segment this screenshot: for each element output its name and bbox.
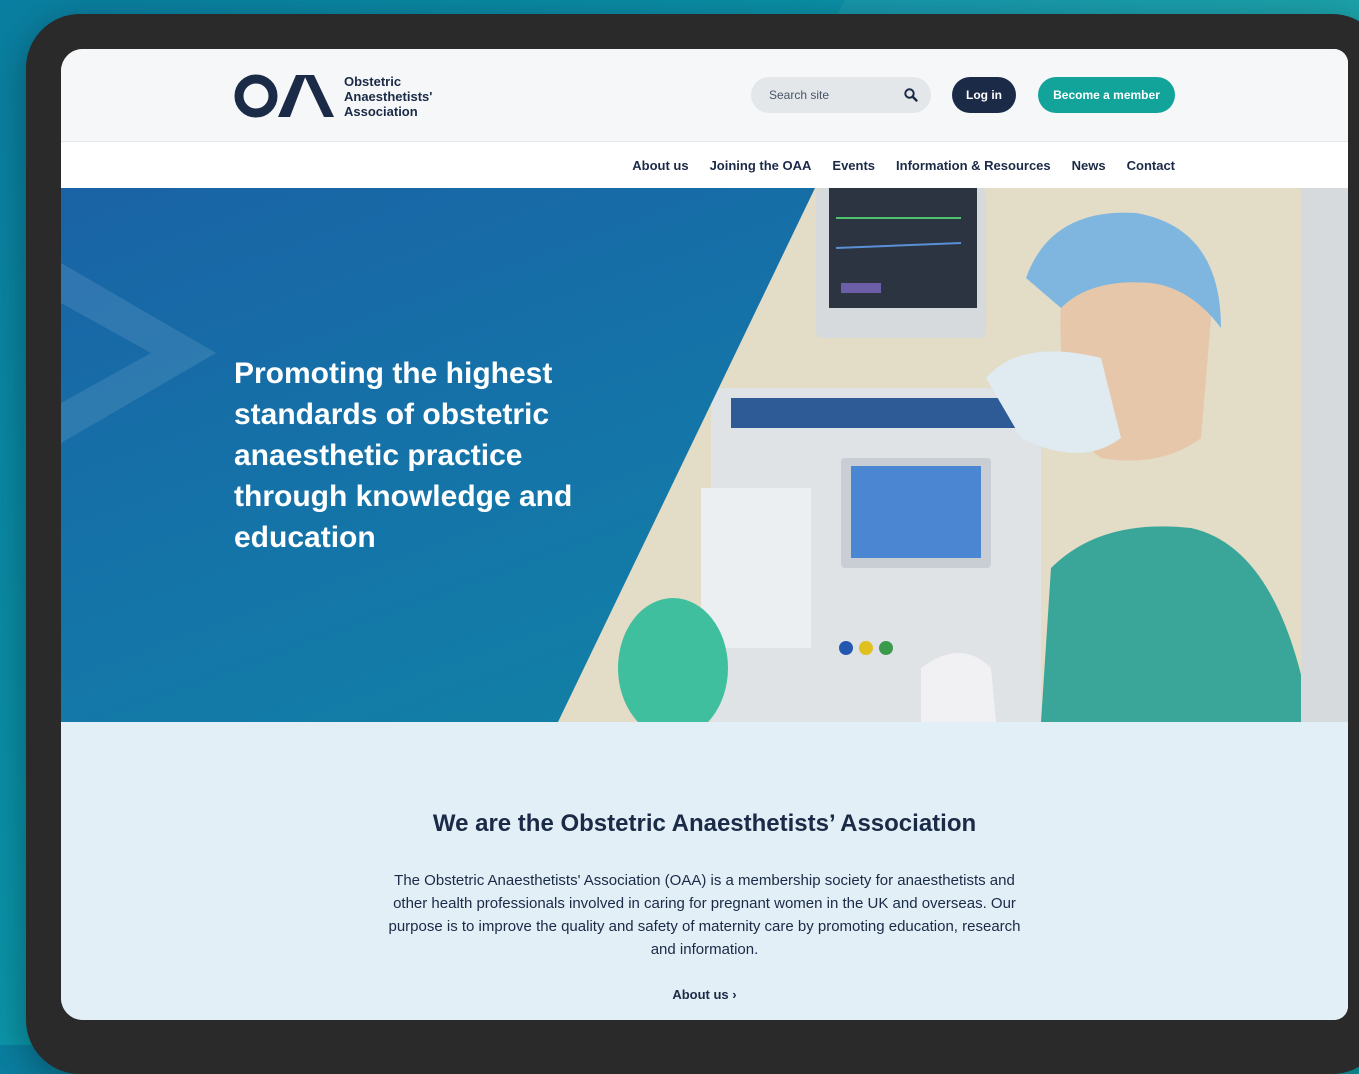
- nav-item-news[interactable]: News: [1072, 158, 1106, 173]
- tablet-screen: Obstetric Anaesthetists' Association Log…: [61, 49, 1348, 1020]
- about-us-link-label: About us: [672, 987, 729, 1002]
- nav-item-joining[interactable]: Joining the OAA: [710, 158, 812, 173]
- login-button[interactable]: Log in: [952, 77, 1016, 113]
- logo-line-3: Association: [344, 103, 418, 119]
- hero-banner: Promoting the highest standards of obste…: [61, 188, 1348, 722]
- search-input[interactable]: [767, 87, 896, 103]
- hero-title: Promoting the highest standards of obste…: [234, 357, 573, 554]
- become-member-button[interactable]: Become a member: [1038, 77, 1175, 113]
- about-section: We are the Obstetric Anaesthetists’ Asso…: [61, 722, 1348, 1020]
- nav-item-information-resources[interactable]: Information & Resources: [896, 158, 1051, 173]
- main-nav: About us Joining the OAA Events Informat…: [61, 142, 1348, 188]
- logo-line-1: Obstetric: [344, 73, 402, 89]
- oaa-logo[interactable]: Obstetric Anaesthetists' Association: [234, 71, 432, 121]
- about-title: We are the Obstetric Anaesthetists’ Asso…: [432, 810, 977, 837]
- search-icon[interactable]: [903, 87, 919, 103]
- nav-item-about-us[interactable]: About us: [632, 158, 688, 173]
- nav-items: About us Joining the OAA Events Informat…: [632, 142, 1175, 188]
- logo-line-2: Anaesthetists': [344, 88, 433, 104]
- chevron-right-icon: [61, 263, 216, 443]
- oaa-logo-mark-icon: [234, 74, 334, 118]
- logo-text: Obstetric Anaesthetists' Association: [344, 74, 432, 119]
- site-header: Obstetric Anaesthetists' Association Log…: [61, 49, 1348, 142]
- about-body: The Obstetric Anaesthetists' Association…: [388, 872, 1021, 958]
- nav-item-events[interactable]: Events: [832, 158, 875, 173]
- chevron-right-small-icon: ›: [732, 987, 737, 1002]
- search-box: [751, 77, 931, 113]
- nav-item-contact[interactable]: Contact: [1127, 158, 1175, 173]
- about-us-link[interactable]: About us ›: [61, 987, 1348, 1002]
